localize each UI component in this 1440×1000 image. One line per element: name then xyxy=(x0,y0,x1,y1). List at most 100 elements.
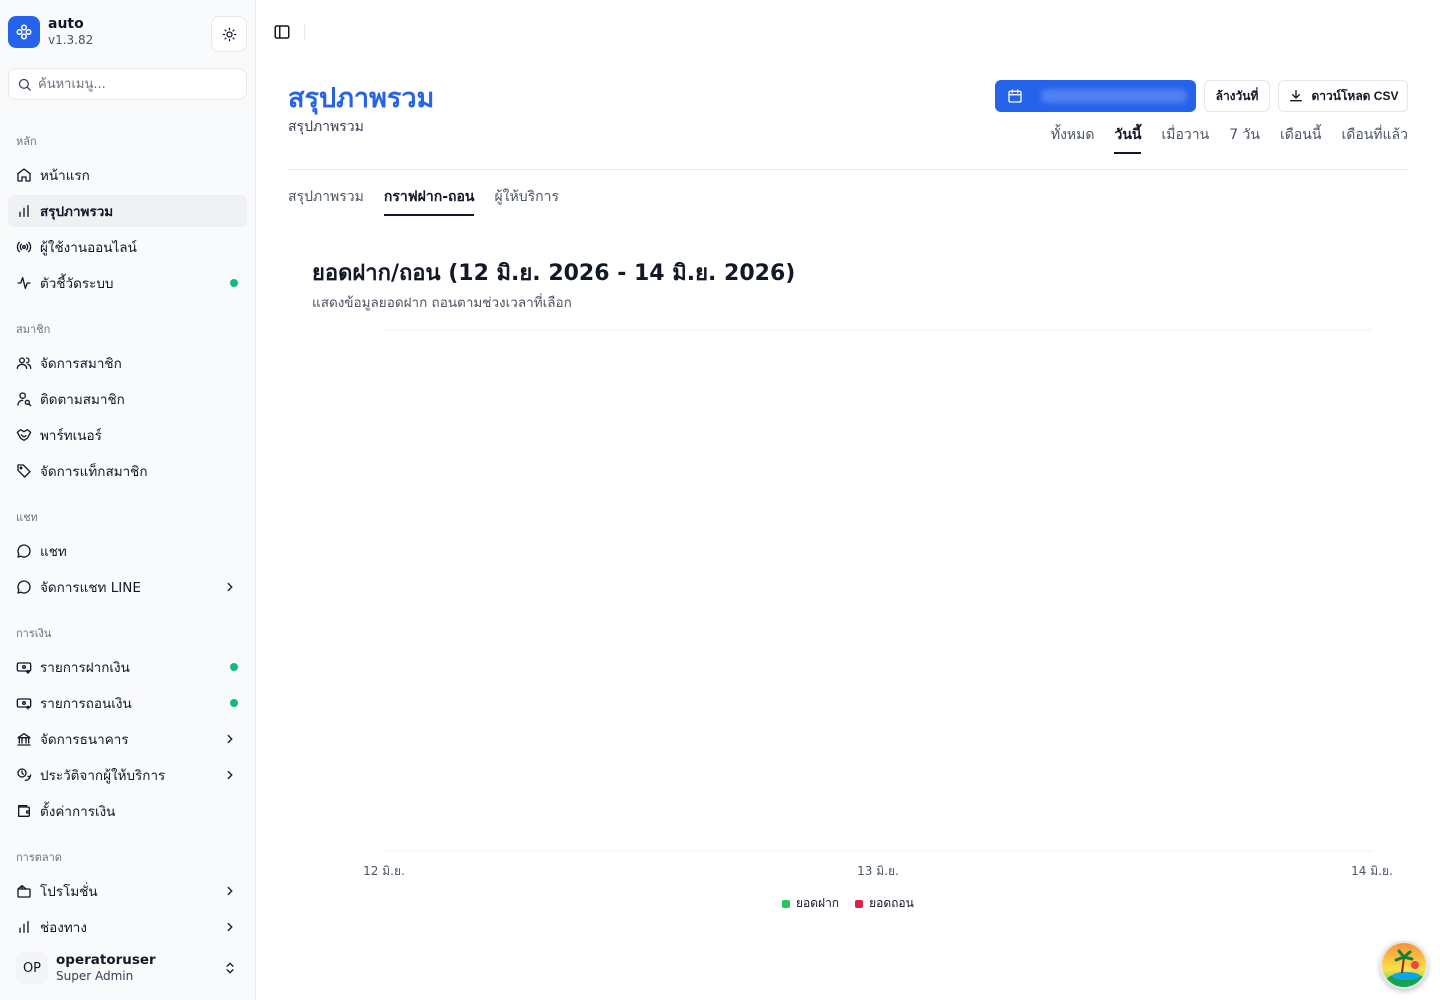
status-dot xyxy=(230,279,238,287)
sidebar-item-member-tags[interactable]: จัดการแท็กสมาชิก xyxy=(8,455,247,487)
date-range-picker-button[interactable] xyxy=(995,80,1196,112)
sidebar-item-provider-history[interactable]: ประวัติจากผู้ให้บริการ xyxy=(8,759,247,791)
sidebar-item-home[interactable]: หน้าแรก xyxy=(8,159,247,191)
theme-toggle-button[interactable] xyxy=(211,16,247,52)
brand-logo-icon xyxy=(8,16,40,48)
avatar: OP xyxy=(16,952,48,984)
message-circle-icon xyxy=(16,543,32,559)
app-version: v1.3.82 xyxy=(48,33,94,47)
app-name: auto xyxy=(48,16,84,32)
chevron-right-icon xyxy=(227,922,233,932)
legend-label: ยอดถอน xyxy=(869,896,914,910)
date-range-tabs: ทั้งหมด วันนี้ เมื่อวาน 7 วัน เดือนนี้ เ… xyxy=(1031,124,1408,154)
chart-title: ยอดฝาก/ถอน (12 มิ.ย. 2026 - 14 มิ.ย. 202… xyxy=(312,261,796,286)
legend-label: ยอดฝาก xyxy=(796,896,840,910)
sidebar-item-label: โปรโมชั่น xyxy=(40,884,98,900)
history-icon xyxy=(16,767,32,783)
section-label-finance: การเงิน xyxy=(16,627,52,640)
sidebar-item-online-users[interactable]: ผู้ใช้งานออนไลน์ xyxy=(8,231,247,263)
chevron-right-icon xyxy=(227,582,233,592)
section-label-marketing: การตลาด xyxy=(16,851,62,864)
deposit-icon xyxy=(16,659,32,675)
sidebar-item-label: จัดการแท็กสมาชิก xyxy=(40,464,148,480)
sidebar-item-overview[interactable]: สรุปภาพรวม xyxy=(8,195,247,227)
search-input[interactable] xyxy=(38,76,228,92)
chevron-right-icon xyxy=(227,886,233,896)
range-tab-7-days[interactable]: 7 วัน xyxy=(1229,124,1260,154)
sun-icon xyxy=(222,27,236,41)
sidebar-toggle-button[interactable] xyxy=(272,22,292,42)
range-tab-this-month[interactable]: เดือนนี้ xyxy=(1280,124,1321,154)
bar-chart-icon xyxy=(16,919,32,935)
sidebar-item-channels[interactable]: ช่องทาง xyxy=(8,911,247,943)
panel-left-icon xyxy=(274,25,290,39)
sidebar-item-banks[interactable]: จัดการธนาคาร xyxy=(8,723,247,755)
x-tick-label: 13 มิ.ย. xyxy=(857,864,899,878)
handshake-icon xyxy=(16,427,32,443)
sidebar-item-label: จัดการสมาชิก xyxy=(40,356,122,372)
x-tick-label: 12 มิ.ย. xyxy=(363,864,405,878)
status-dot xyxy=(230,663,238,671)
range-tab-last-month[interactable]: เดือนที่แล้ว xyxy=(1341,124,1408,154)
sidebar-item-partners[interactable]: พาร์ทเนอร์ xyxy=(8,419,247,451)
legend-swatch xyxy=(855,899,864,908)
section-label-main: หลัก xyxy=(16,135,37,148)
activity-icon xyxy=(16,275,32,291)
chart-legend: ยอดฝาก ยอดถอน xyxy=(782,894,930,913)
sidebar-item-label: พาร์ทเนอร์ xyxy=(40,428,102,444)
divider xyxy=(304,24,305,40)
user-name: operatoruser xyxy=(56,952,156,968)
support-chat-button[interactable] xyxy=(1380,941,1428,989)
section-label-members: สมาชิก xyxy=(16,323,51,336)
sidebar-item-deposits[interactable]: รายการฝากเงิน xyxy=(8,651,247,683)
chevron-right-icon xyxy=(227,770,233,780)
legend-swatch xyxy=(782,899,790,908)
status-dot xyxy=(230,699,238,707)
bar-chart-icon xyxy=(16,203,32,219)
sidebar-item-label: ตัวชี้วัดระบบ xyxy=(40,276,114,292)
search-icon xyxy=(18,78,31,91)
chevrons-up-down-icon xyxy=(226,962,234,974)
range-tab-today[interactable]: วันนี้ xyxy=(1114,124,1142,154)
sidebar-item-label: ประวัติจากผู้ให้บริการ xyxy=(40,768,166,784)
sidebar-item-label: ช่องทาง xyxy=(40,920,87,936)
download-csv-button[interactable]: ดาวน์โหลด CSV xyxy=(1278,80,1408,112)
brand[interactable]: auto v1.3.82 xyxy=(8,16,93,48)
tab-providers[interactable]: ผู้ให้บริการ xyxy=(494,186,559,216)
legend-item-deposit[interactable]: ยอดฝาก xyxy=(782,894,839,913)
legend-item-withdraw[interactable]: ยอดถอน xyxy=(855,894,914,913)
sidebar-item-finance-settings[interactable]: ตั้งค่าการเงิน xyxy=(8,795,247,827)
tab-deposit-withdraw-chart[interactable]: กราฟฝาก-ถอน xyxy=(383,186,474,216)
content-tabs: สรุปภาพรวม กราฟฝาก-ถอน ผู้ให้บริการ xyxy=(288,186,579,216)
sidebar-item-label: แชท xyxy=(40,544,67,560)
sidebar-item-label: ตั้งค่าการเงิน xyxy=(40,804,116,820)
sidebar-item-track-members[interactable]: ติดตามสมาชิก xyxy=(8,383,247,415)
sidebar-item-label: รายการถอนเงิน xyxy=(40,696,132,712)
sidebar-item-system-metrics[interactable]: ตัวชี้วัดระบบ xyxy=(8,267,247,299)
range-tab-all[interactable]: ทั้งหมด xyxy=(1051,124,1095,154)
sidebar-item-line-chat[interactable]: จัดการแชท LINE xyxy=(8,571,247,603)
sidebar-item-chat[interactable]: แชท xyxy=(8,535,247,567)
sidebar-item-label: จัดการแชท LINE xyxy=(40,580,141,596)
user-search-icon xyxy=(16,391,32,407)
range-tab-yesterday[interactable]: เมื่อวาน xyxy=(1161,124,1209,154)
chart-description: แสดงข้อมูลยอดฝาก ถอนตามช่วงเวลาที่เลือก xyxy=(312,295,572,311)
clear-date-button[interactable]: ล้างวันที่ xyxy=(1204,80,1270,112)
sidebar-item-label: ติดตามสมาชิก xyxy=(40,392,125,408)
sidebar-item-label: ผู้ใช้งานออนไลน์ xyxy=(40,240,137,256)
date-range-value-redacted xyxy=(1041,89,1187,103)
wallet-icon xyxy=(16,803,32,819)
menu-search xyxy=(8,68,247,100)
home-icon xyxy=(16,167,32,183)
sidebar-item-withdrawals[interactable]: รายการถอนเงิน xyxy=(8,687,247,719)
deposit-withdraw-chart: 12 มิ.ย. 13 มิ.ย. 14 มิ.ย. xyxy=(363,329,1393,878)
sidebar-item-manage-members[interactable]: จัดการสมาชิก xyxy=(8,347,247,379)
gift-icon xyxy=(16,883,32,899)
tab-overview[interactable]: สรุปภาพรวม xyxy=(288,186,364,216)
sidebar-item-label: รายการฝากเงิน xyxy=(40,660,130,676)
user-menu[interactable]: OP operatoruser Super Admin xyxy=(8,946,247,990)
header-divider xyxy=(288,169,1408,170)
sidebar-item-promotions[interactable]: โปรโมชั่น xyxy=(8,875,247,907)
sidebar-item-label: สรุปภาพรวม xyxy=(40,204,114,220)
download-csv-label: ดาวน์โหลด CSV xyxy=(1311,88,1399,103)
